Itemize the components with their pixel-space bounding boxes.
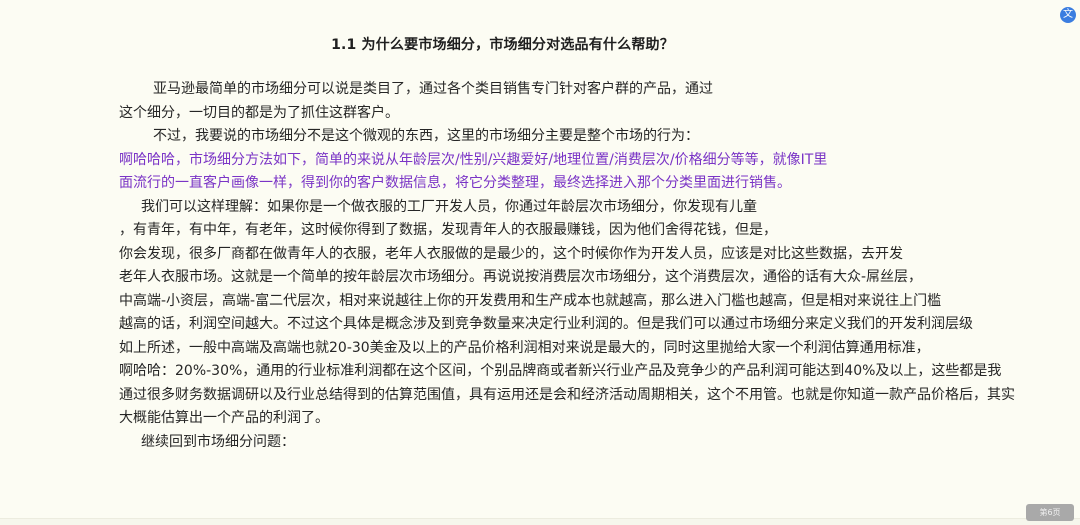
paragraph-line: 越高的话，利润空间越大。不过这个具体是概念涉及到竞争数量来决定行业利润的。但是我… bbox=[119, 316, 973, 332]
translate-icon[interactable]: 文 bbox=[1060, 7, 1076, 23]
paragraph-line: 不过，我要说的市场细分不是这个微观的东西，这里的市场细分主要是整个市场的行为： bbox=[153, 128, 699, 144]
paragraph-line: 通过很多财务数据调研以及行业总结得到的估算范围值，具有运用还是会和经济活动周期相… bbox=[119, 386, 1015, 403]
document-body: 亚马逊最简单的市场细分可以说是类目了，通过各个类目销售专门针对客户群的产品，通过… bbox=[119, 78, 1079, 454]
paragraph-line: 如上所述，一般中高端及高端也就20-30美金及以上的产品价格利润相对来说是最大的… bbox=[119, 339, 930, 356]
paragraph-line: 我们可以这样理解：如果你是一个做衣服的工厂开发人员，你通过年龄层次市场细分，你发… bbox=[141, 198, 757, 215]
paragraph-line: 你会发现，很多厂商都在做青年人的衣服，老年人衣服做的是最少的，这个时候你作为开发… bbox=[119, 245, 903, 262]
paragraph-line: 这个细分，一切目的都是为了抓住这群客户。 bbox=[119, 104, 399, 121]
paragraph-line: 中高端-小资层，高端-富二代层次，相对来说越往上你的开发费用和生产成本也就越高，… bbox=[119, 292, 942, 309]
highlighted-line: 啊哈哈哈，市场细分方法如下，简单的来说从年龄层次/性别/兴趣爱好/地理位置/消费… bbox=[119, 151, 828, 168]
paragraph-line: 继续回到市场细分问题： bbox=[141, 433, 295, 450]
paragraph-line: 大概能估算出一个产品的利润了。 bbox=[119, 410, 329, 426]
highlighted-line: 面流行的一直客户画像一样，得到你的客户数据信息，将它分类整理，最终选择进入那个分… bbox=[119, 175, 791, 191]
translate-glyph: 文 bbox=[1063, 9, 1073, 20]
section-title: 1.1 为什么要市场细分，市场细分对选品有什么帮助？ bbox=[331, 37, 674, 53]
paragraph-line: 老年人衣服市场。这就是一个简单的按年龄层次市场细分。再说说按消费层次市场细分，这… bbox=[119, 269, 923, 285]
document-page: 文 1.1 为什么要市场细分，市场细分对选品有什么帮助？ 亚马逊最简单的市场细分… bbox=[0, 0, 1080, 525]
page-number-badge[interactable]: 第6页 bbox=[1026, 504, 1074, 521]
paragraph-line: 啊哈哈：20%-30%，通用的行业标准利润都在这个区间，个别品牌商或者新兴行业产… bbox=[119, 363, 1002, 379]
bottom-strip bbox=[0, 518, 1080, 525]
paragraph-line: 亚马逊最简单的市场细分可以说是类目了，通过各个类目销售专门针对客户群的产品，通过 bbox=[153, 81, 713, 97]
paragraph-line: ，有青年，有中年，有老年，这时候你得到了数据，发现青年人的衣服最赚钱，因为他们舍… bbox=[119, 222, 777, 238]
